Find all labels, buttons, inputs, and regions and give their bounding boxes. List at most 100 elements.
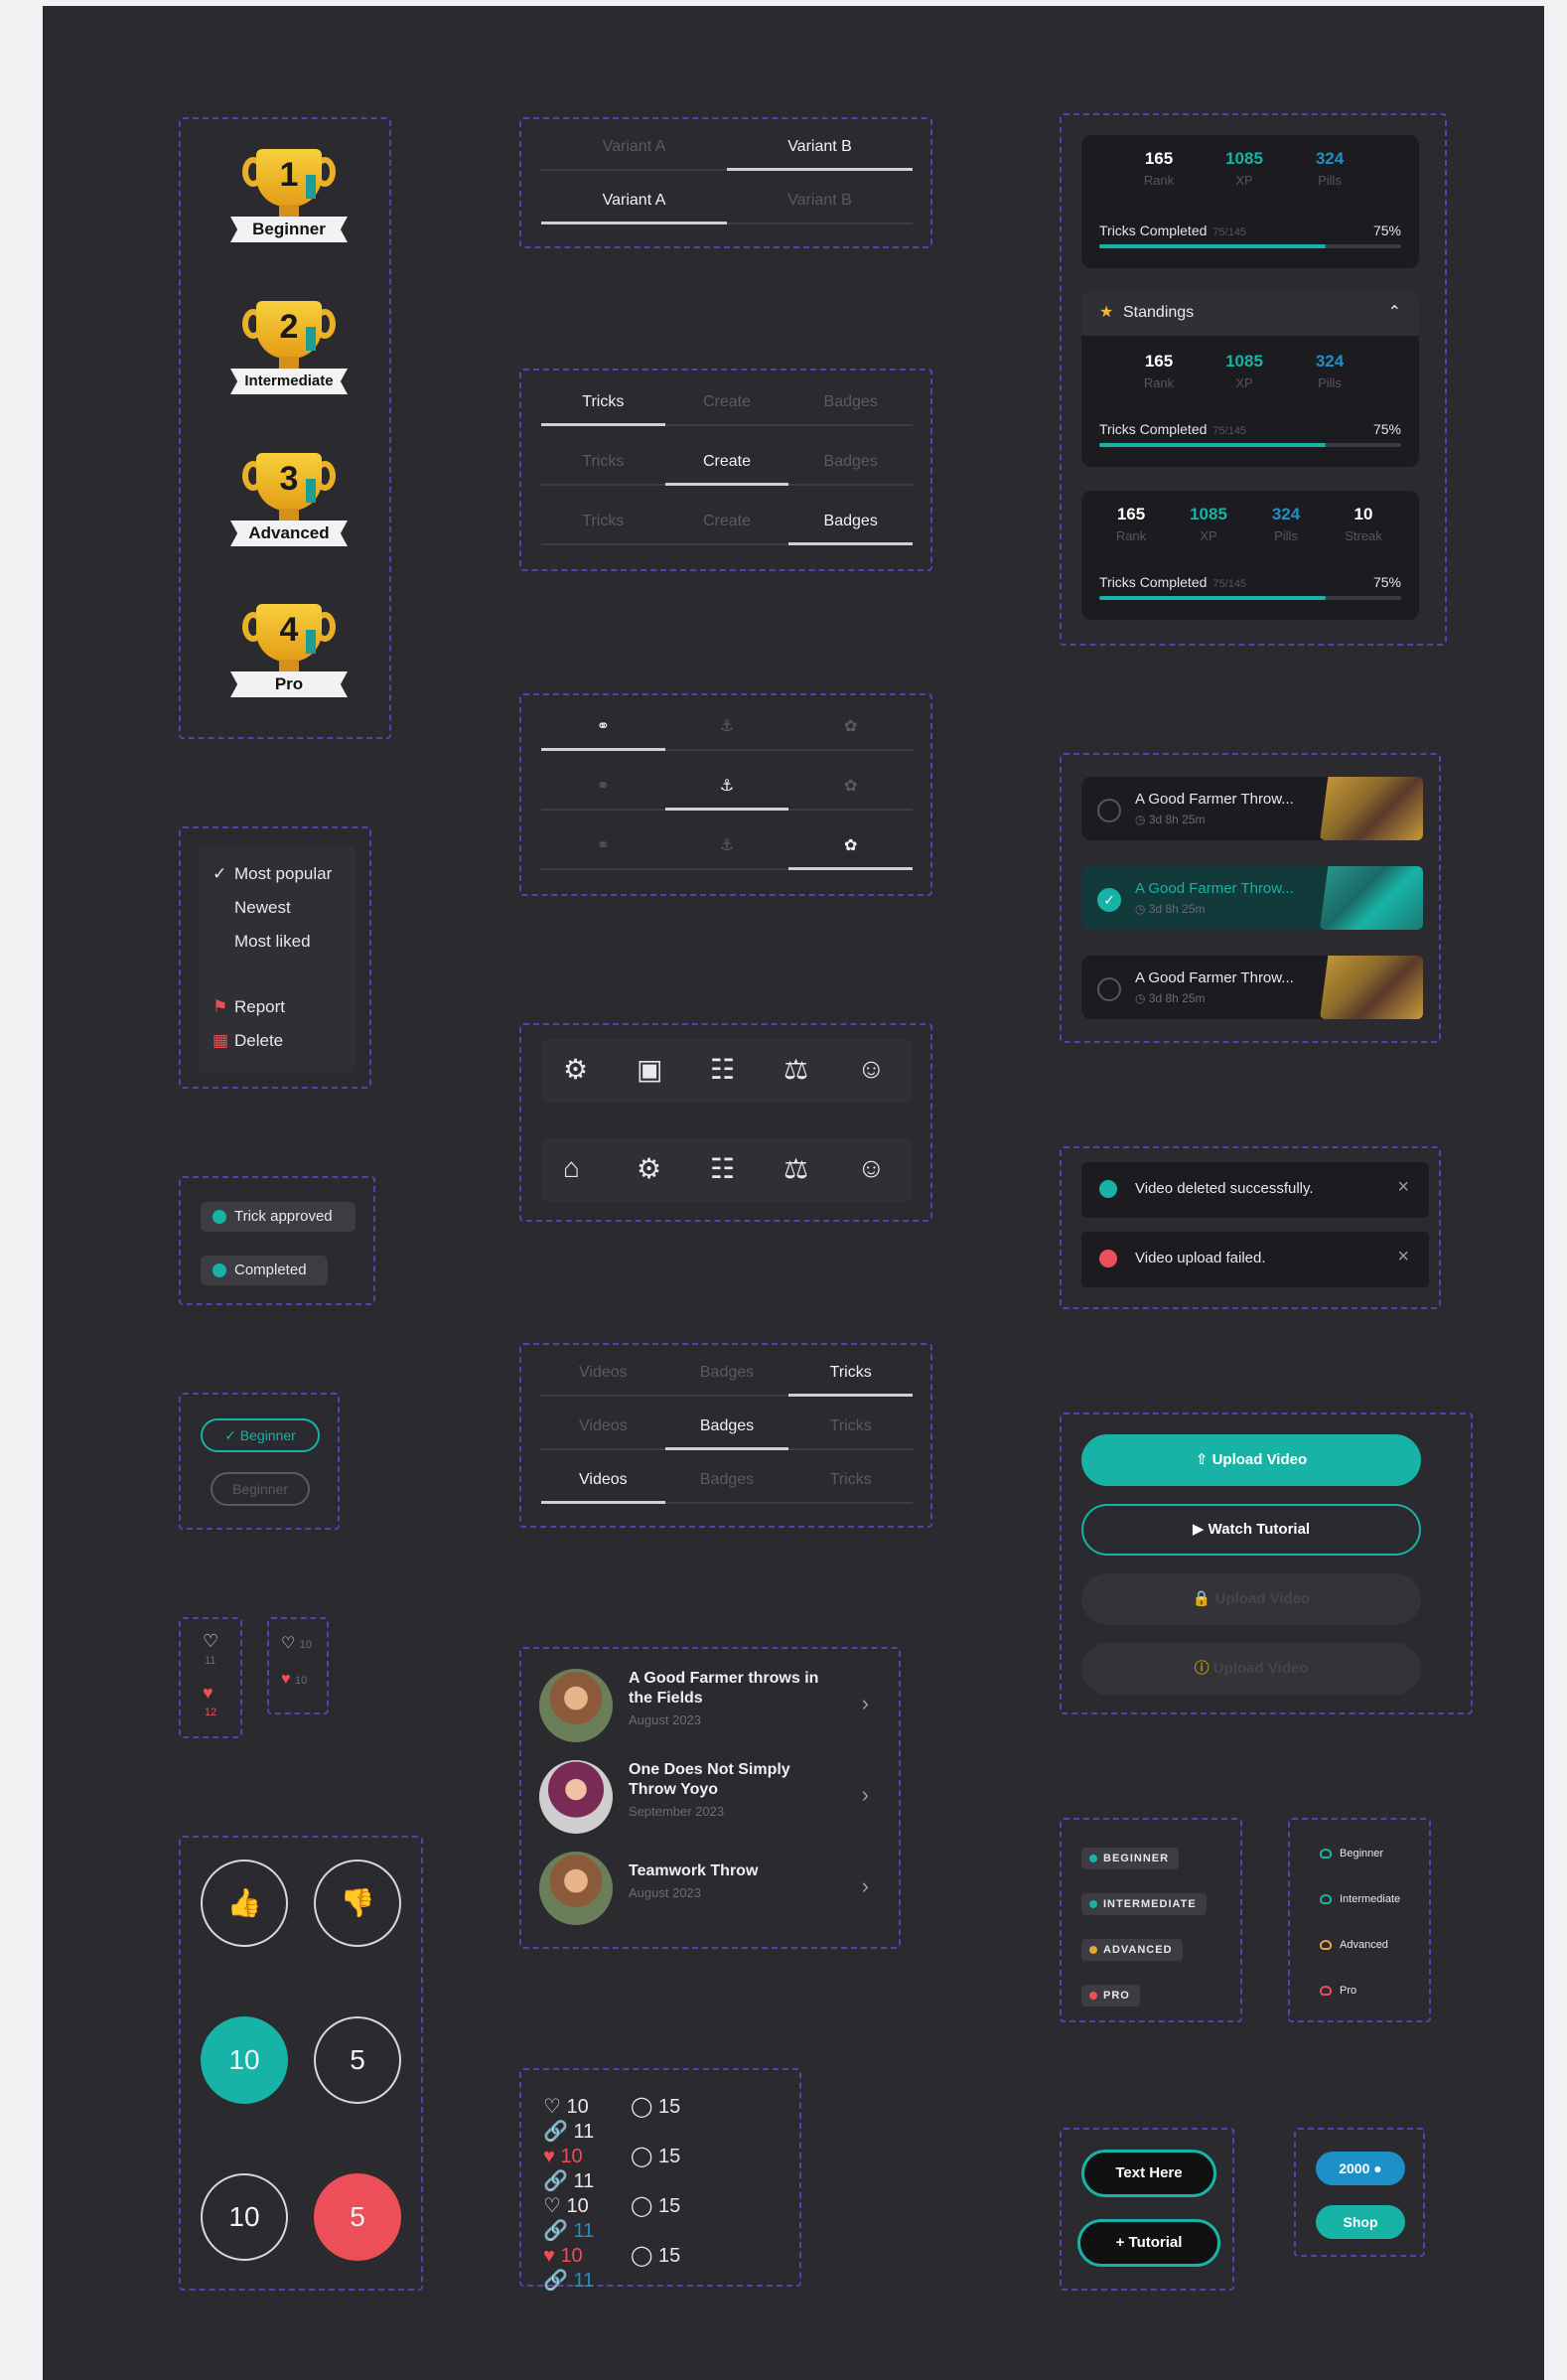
yoyo-icon[interactable]: ⚭ xyxy=(541,767,665,809)
thumbs-up-button[interactable]: 👍 xyxy=(201,1859,288,1947)
close-icon[interactable]: × xyxy=(1397,1246,1409,1268)
comment-count[interactable]: ◯ 15 xyxy=(631,2243,718,2268)
progress-bar xyxy=(1099,244,1401,248)
create-icon[interactable]: ⚓ xyxy=(665,826,789,868)
profile-icon[interactable]: ☺ xyxy=(857,1053,886,1085)
chevron-up-icon[interactable]: ⌃ xyxy=(1388,302,1401,322)
feed-item[interactable]: A Good Farmer Throw... ◷ 3d 8h 25m xyxy=(1081,777,1423,840)
menu-check-icon: ✓ xyxy=(213,864,227,883)
tab-variant-a[interactable]: Variant A xyxy=(541,127,727,169)
stat-streak: 10 Streak xyxy=(1345,505,1382,543)
chip-selected[interactable]: ✓ Beginner xyxy=(201,1418,320,1452)
hierarchy-icon[interactable]: ☷ xyxy=(710,1053,735,1086)
create-icon[interactable]: ⚓ xyxy=(664,767,789,811)
text-here-button[interactable]: Text Here xyxy=(1081,2150,1216,2197)
thumbs-down-button[interactable]: 👎 xyxy=(314,1859,401,1947)
coins-badge[interactable]: 2000 ● xyxy=(1316,2152,1405,2185)
video-thumbnail xyxy=(1320,956,1423,1019)
tab-badges[interactable]: Badges xyxy=(788,502,913,545)
radio-button-checked[interactable]: ✓ xyxy=(1097,888,1121,912)
video-icon[interactable]: ▣ xyxy=(637,1053,662,1086)
like-count[interactable]: ♥ 10 xyxy=(543,2146,631,2168)
chip[interactable]: Beginner xyxy=(211,1472,310,1506)
tab-videos[interactable]: Videos xyxy=(541,1407,665,1448)
menu-item-report[interactable]: Report xyxy=(234,997,285,1017)
like-count[interactable]: ♡ 10 xyxy=(543,2193,631,2218)
like-count[interactable]: ♥ 10 xyxy=(543,2245,631,2268)
share-count[interactable]: 🔗 11 xyxy=(543,2268,631,2293)
watch-tutorial-button[interactable]: ▶ Watch Tutorial xyxy=(1081,1504,1421,1556)
tab-badges[interactable]: Badges xyxy=(665,1353,789,1395)
tab-tricks[interactable]: Tricks xyxy=(541,382,665,426)
badge-icon[interactable]: ✿ xyxy=(788,707,913,749)
menu-item-most-liked[interactable]: Most liked xyxy=(234,932,311,952)
skill-icon[interactable]: ⚙ xyxy=(637,1152,661,1185)
close-icon[interactable]: × xyxy=(1397,1176,1409,1199)
radio-button[interactable] xyxy=(1097,799,1121,822)
radio-button[interactable] xyxy=(1097,977,1121,1001)
tab-videos[interactable]: Videos xyxy=(541,1460,665,1504)
tab-tricks[interactable]: Tricks xyxy=(541,502,665,543)
tab-create[interactable]: Create xyxy=(665,382,789,424)
upload-video-button[interactable]: ⇧ Upload Video xyxy=(1081,1434,1421,1486)
comment-count[interactable]: ◯ 15 xyxy=(631,2094,718,2119)
badge-icon[interactable]: ✿ xyxy=(788,826,913,870)
tab-badges[interactable]: Badges xyxy=(664,1407,789,1450)
tab-variant-a[interactable]: Variant A xyxy=(541,181,727,224)
text-buttons-frame: Text Here + Tutorial xyxy=(1060,2128,1234,2291)
standings-header[interactable]: ★ Standings ⌃ xyxy=(1081,290,1419,336)
tab-variant-b[interactable]: Variant B xyxy=(727,127,913,171)
badge-icon[interactable]: ✿ xyxy=(788,767,913,809)
list-item[interactable]: One Does Not Simply Throw Yoyo September… xyxy=(539,1750,887,1834)
tab-badges[interactable]: Badges xyxy=(665,1460,789,1502)
hierarchy-icon[interactable]: ☷ xyxy=(710,1152,735,1185)
skill-icon[interactable]: ⚙ xyxy=(563,1053,588,1086)
shop-button[interactable]: Shop xyxy=(1316,2205,1405,2239)
podium-icon[interactable]: ⚖ xyxy=(784,1152,808,1185)
vote-count-selected[interactable]: 10 xyxy=(201,2016,288,2104)
feed-item[interactable]: A Good Farmer Throw... ◷ 3d 8h 25m xyxy=(1081,956,1423,1019)
tab-tricks[interactable]: Tricks xyxy=(541,442,665,484)
vote-count[interactable]: 10 xyxy=(201,2173,288,2261)
yoyo-icon[interactable]: ⚭ xyxy=(541,826,665,868)
tab-create[interactable]: Create xyxy=(664,442,789,486)
tab-badges[interactable]: Badges xyxy=(788,442,913,484)
menu-item-most-popular[interactable]: Most popular xyxy=(234,864,332,884)
like-count: 12 xyxy=(205,1707,217,1718)
section-tabs-row: Tricks Create Badges xyxy=(541,442,913,486)
heart-filled-icon[interactable]: ♥ xyxy=(203,1683,214,1704)
stats-card: 165 Rank 1085 XP 324 Pills Tricks Completed… xyxy=(1081,135,1419,268)
menu-item-newest[interactable]: Newest xyxy=(234,898,291,918)
avatar xyxy=(539,1760,613,1834)
heart-filled-icon[interactable]: ♥ 10 xyxy=(281,1671,307,1689)
podium-icon[interactable]: ⚖ xyxy=(784,1053,808,1086)
share-count[interactable]: 🔗 11 xyxy=(543,2168,631,2193)
list-item[interactable]: Teamwork Throw August 2023 › xyxy=(539,1842,887,1925)
comment-count[interactable]: ◯ 15 xyxy=(631,2193,718,2218)
share-count[interactable]: 🔗 11 xyxy=(543,2218,631,2243)
feed-select-frame: A Good Farmer Throw... ◷ 3d 8h 25m ✓ A G… xyxy=(1060,753,1441,1043)
tab-tricks[interactable]: Tricks xyxy=(788,1407,913,1448)
profile-icon[interactable]: ☺ xyxy=(857,1152,886,1184)
create-icon[interactable]: ⚓ xyxy=(665,707,789,749)
add-tutorial-button[interactable]: + Tutorial xyxy=(1077,2219,1220,2267)
like-count[interactable]: ♡ 10 xyxy=(543,2094,631,2119)
vote-count-selected[interactable]: 5 xyxy=(314,2173,401,2261)
yoyo-icon[interactable]: ⚭ xyxy=(541,707,665,751)
list-item[interactable]: A Good Farmer throws in the Fields Augus… xyxy=(539,1659,887,1742)
tab-tricks[interactable]: Tricks xyxy=(788,1460,913,1502)
comment-count[interactable]: ◯ 15 xyxy=(631,2144,718,2168)
heart-outline-icon[interactable]: ♡ 10 xyxy=(281,1633,312,1653)
tab-badges[interactable]: Badges xyxy=(788,382,913,424)
feed-item-selected[interactable]: ✓ A Good Farmer Throw... ◷ 3d 8h 25m xyxy=(1081,866,1423,930)
tab-tricks[interactable]: Tricks xyxy=(788,1353,913,1397)
tab-create[interactable]: Create xyxy=(665,502,789,543)
list-item-date: August 2023 xyxy=(629,1885,702,1900)
home-icon[interactable]: ⌂ xyxy=(563,1152,580,1184)
tab-videos[interactable]: Videos xyxy=(541,1353,665,1395)
vote-count[interactable]: 5 xyxy=(314,2016,401,2104)
heart-outline-icon[interactable]: ♡ xyxy=(203,1631,218,1652)
share-count[interactable]: 🔗 11 xyxy=(543,2119,631,2144)
tab-variant-b[interactable]: Variant B xyxy=(727,181,913,223)
menu-item-delete[interactable]: Delete xyxy=(234,1031,283,1051)
